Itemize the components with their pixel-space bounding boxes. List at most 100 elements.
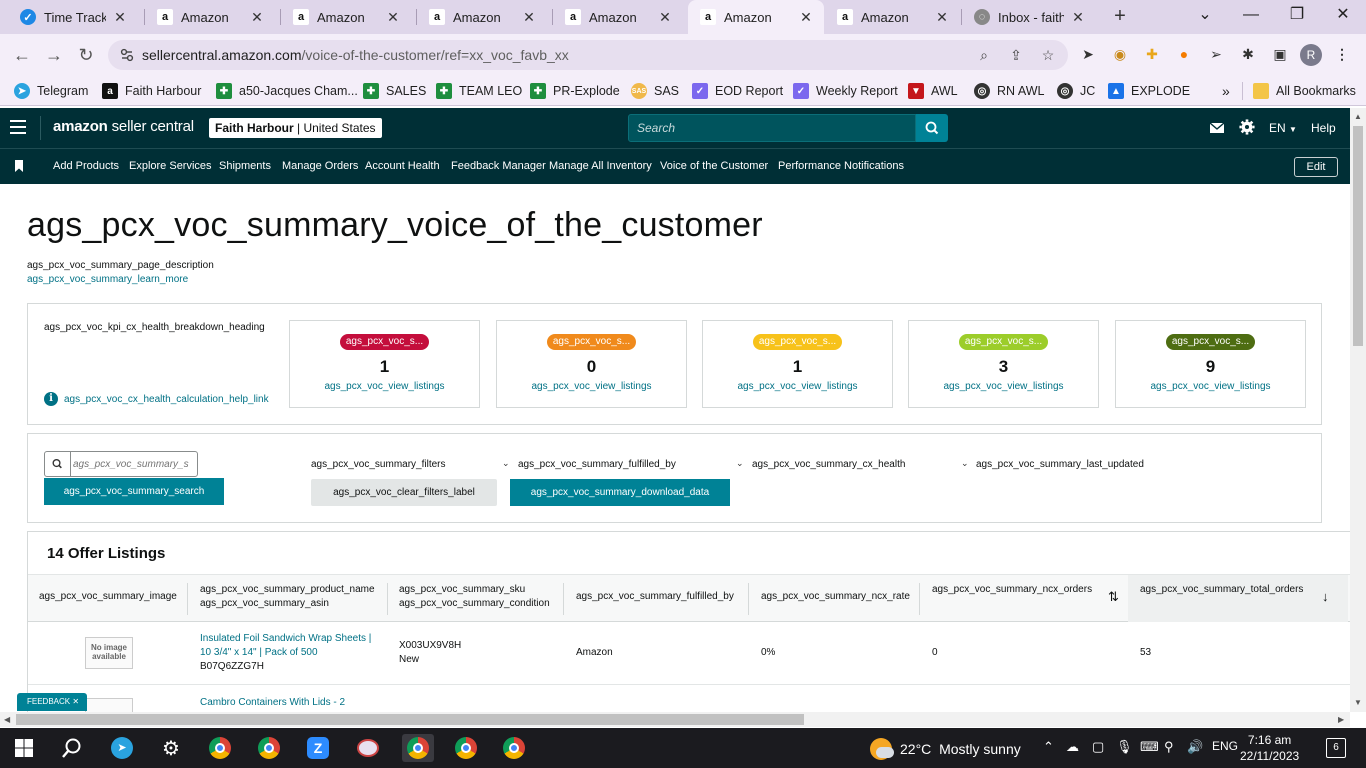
minimize-icon[interactable]: — [1236,4,1266,28]
close-tab-icon[interactable]: ✕ [385,9,401,26]
address-bar[interactable]: sellercentral.amazon.com/voice-of-the-cu… [108,40,1068,70]
sort-descending-icon[interactable]: ↓ [1322,589,1329,604]
zoom-icon[interactable]: ⌕ [974,45,994,65]
close-tab-icon[interactable]: ✕ [657,9,673,26]
new-tab-icon[interactable]: + [1108,5,1132,29]
nav-manage-orders[interactable]: Manage Orders [282,160,358,172]
fulfilled-by-filter[interactable]: ags_pcx_voc_summary_fulfilled_by [518,459,676,470]
mail-icon[interactable] [1208,120,1226,136]
column-ncx-orders[interactable]: ags_pcx_voc_summary_ncx_orders [932,575,1092,622]
settings-gear-icon[interactable]: ⚙ [157,734,185,762]
volume-icon[interactable]: 🔊 [1187,739,1203,755]
close-window-icon[interactable]: ✕ [1328,4,1358,28]
view-listings-link[interactable]: ags_pcx_voc_view_listings [497,381,686,392]
cloud-icon[interactable]: ☁ [1066,739,1079,755]
bookmark-awl[interactable]: ▼ AWL [908,82,958,100]
extension-honey-icon[interactable]: ◉ [1110,44,1130,64]
column-total-orders[interactable]: ags_pcx_voc_summary_total_orders [1128,575,1348,622]
close-tab-icon[interactable]: ✕ [934,9,950,26]
nav-feedback-manager[interactable]: Feedback Manager [451,160,546,172]
more-bookmarks-icon[interactable]: » [1222,82,1230,100]
extension-cursor-icon[interactable]: ➤ [1078,44,1098,64]
microphone-icon[interactable]: 🎙 [1116,739,1133,755]
chevron-up-icon[interactable]: ⌃ [1043,739,1054,755]
learn-more-link[interactable]: ags_pcx_voc_summary_learn_more [27,274,188,285]
seller-central-search-input[interactable]: Search [628,114,916,142]
column-sku[interactable]: ags_pcx_voc_summary_sku ags_pcx_voc_summa… [399,575,550,622]
scrollbar-thumb[interactable] [1353,126,1363,346]
extension-add-icon[interactable]: ✚ [1142,44,1162,64]
tab-amazon[interactable]: a Amazon ✕ [417,0,547,34]
product-name-link[interactable]: Insulated Foil Sandwich Wrap Sheets | 10 … [200,632,371,660]
bookmark-telegram[interactable]: ➤ Telegram [14,82,88,100]
menu-kebab-icon[interactable]: ⋮ [1332,44,1352,64]
tab-search-icon[interactable]: ⌄ [1190,4,1220,28]
bookmark-explode[interactable]: ▲ EXPLODE [1108,82,1190,100]
scroll-left-icon[interactable]: ◀ [4,715,10,724]
chrome-icon[interactable] [500,734,528,762]
nav-manage-all-inventory[interactable]: Manage All Inventory [549,160,652,172]
seller-central-logo[interactable]: amazon seller central [53,118,194,135]
scroll-right-icon[interactable]: ▶ [1338,715,1344,724]
close-tab-icon[interactable]: ✕ [112,9,128,26]
notifications-icon[interactable]: 6 [1326,738,1346,758]
view-listings-link[interactable]: ags_pcx_voc_view_listings [1116,381,1305,392]
forward-icon[interactable]: → [42,43,66,67]
nav-performance-notifications[interactable]: Performance Notifications [778,160,904,172]
bookmark-pr-explode[interactable]: ✚ PR-Explode [530,82,620,100]
paint-icon[interactable] [354,734,382,762]
chevron-down-icon[interactable]: ⌄ [961,458,969,469]
tab-amazon[interactable]: a Amazon ✕ [825,0,960,34]
tab-time-tracker[interactable]: ✓ Time Tracker ✕ [8,0,138,34]
bookmark-star-icon[interactable]: ☆ [1038,45,1058,65]
windows-start-icon[interactable] [10,734,38,762]
tab-inbox[interactable]: ◌ Inbox - faith ✕ [962,0,1096,34]
horizontal-scrollbar[interactable]: ◀ ▶ [0,712,1350,727]
chrome-active-icon[interactable] [402,734,434,762]
product-name-link[interactable]: Cambro Containers With Lids - 2 [200,696,345,710]
nav-voice-of-the-customer[interactable]: Voice of the Customer [660,160,768,172]
search-button[interactable]: ags_pcx_voc_summary_search [44,478,224,505]
language-selector[interactable]: EN ▼ [1269,121,1297,135]
bookmark-rn-awl[interactable]: ◎ RN AWL [974,82,1044,100]
weather-widget[interactable]: 22°C Mostly sunny [870,738,1021,760]
telegram-icon[interactable]: ➤ [108,734,136,762]
edit-nav-button[interactable]: Edit [1294,157,1338,177]
cx-health-filter[interactable]: ags_pcx_voc_summary_cx_health [752,459,905,470]
tab-amazon[interactable]: a Amazon ✕ [281,0,411,34]
bookmark-icon[interactable] [14,160,24,172]
tab-amazon-active[interactable]: a Amazon ✕ [688,0,824,34]
chrome-icon[interactable] [452,734,480,762]
bookmark-jc[interactable]: ◎ JC [1057,82,1095,100]
column-fulfilled-by[interactable]: ags_pcx_voc_summary_fulfilled_by [576,575,734,622]
listing-search-input[interactable] [73,455,195,473]
bookmark-team-leo[interactable]: ✚ TEAM LEO [436,82,522,100]
bookmark-eod-report[interactable]: ✓ EOD Report [692,82,783,100]
zoom-app-icon[interactable]: Z [304,734,332,762]
gear-icon[interactable] [1238,119,1256,135]
side-panel-icon[interactable]: ▣ [1270,44,1290,64]
clear-filters-button[interactable]: ags_pcx_voc_clear_filters_label [311,479,497,506]
nav-shipments[interactable]: Shipments [219,160,271,172]
close-tab-icon[interactable]: ✕ [249,9,265,26]
help-link[interactable]: Help [1311,121,1336,135]
store-selector[interactable]: Faith Harbour | United States [209,118,382,138]
scroll-up-icon[interactable]: ▲ [1354,112,1362,121]
all-bookmarks[interactable]: All Bookmarks [1242,82,1356,100]
hamburger-menu-icon[interactable] [10,120,26,134]
column-product-name[interactable]: ags_pcx_voc_summary_product_name ags_pcx_… [200,575,375,622]
search-button[interactable] [916,114,948,142]
close-icon[interactable]: ✕ [72,697,79,706]
bookmark-sales[interactable]: ✚ SALES [363,82,426,100]
search-icon[interactable] [58,734,86,762]
sort-icon[interactable]: ⇅ [1108,589,1119,605]
clock[interactable]: 7:16 am 22/11/2023 [1240,732,1299,764]
input-language[interactable]: ENG [1212,739,1238,753]
ime-icon[interactable]: ⌨ [1140,739,1159,755]
last-updated-filter[interactable]: ags_pcx_voc_summary_last_updated [976,459,1144,470]
tab-amazon[interactable]: a Amazon ✕ [145,0,275,34]
extension-color-icon[interactable]: ● [1174,44,1194,64]
share-icon[interactable]: ⇪ [1006,45,1026,65]
scroll-down-icon[interactable]: ▼ [1354,698,1362,707]
tab-amazon[interactable]: a Amazon ✕ [553,0,683,34]
